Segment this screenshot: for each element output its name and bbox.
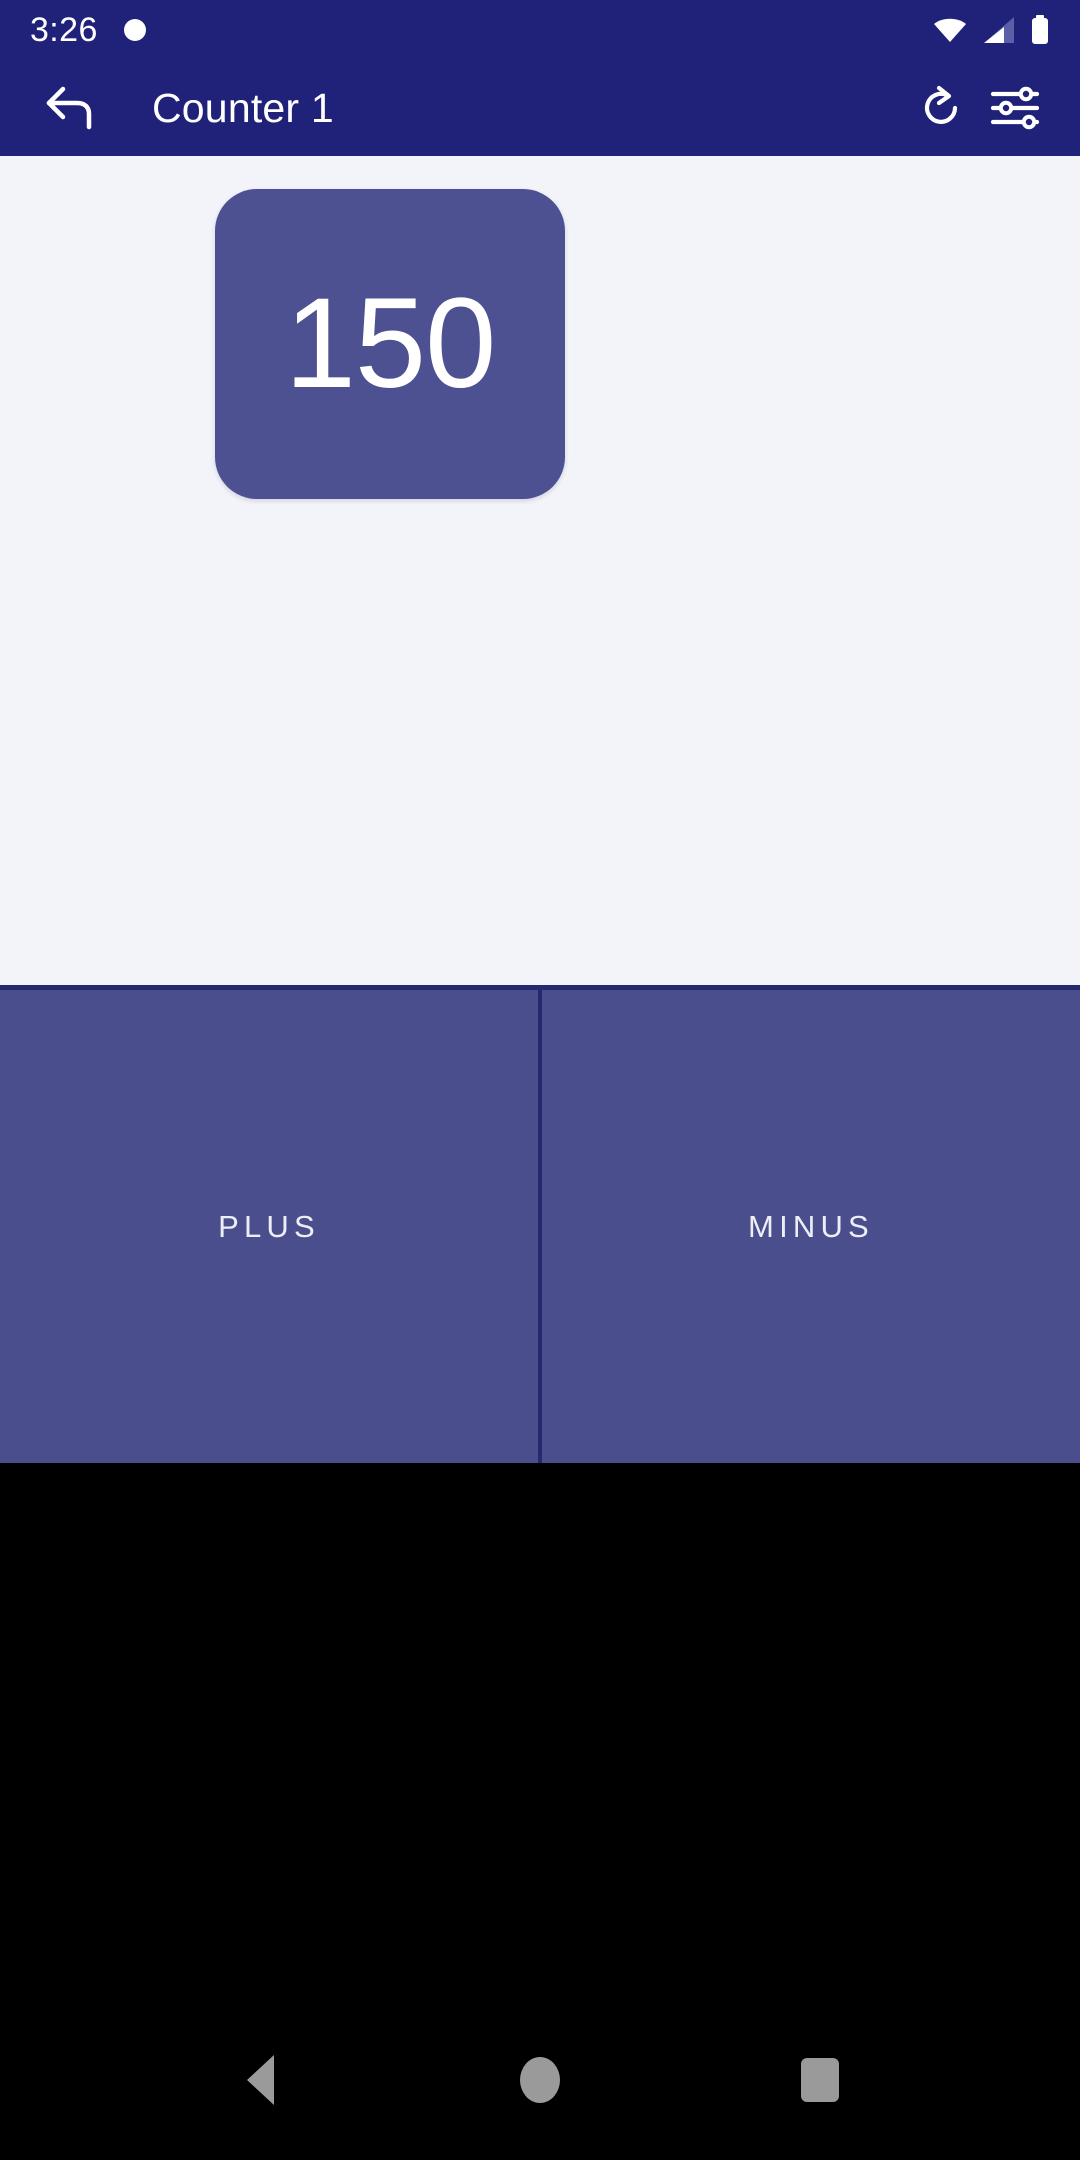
refresh-icon — [924, 85, 958, 124]
status-bar-right — [932, 15, 1050, 45]
status-bar: 3:26 — [0, 0, 1080, 60]
square-recents-icon — [801, 2058, 839, 2102]
counter-value: 150 — [284, 272, 497, 415]
settings-button[interactable] — [978, 71, 1052, 145]
tune-sliders-icon — [990, 86, 1040, 130]
nav-recents-button[interactable] — [765, 2025, 875, 2135]
battery-icon — [1030, 15, 1050, 45]
main-content: 150 — [0, 156, 1080, 985]
minus-button[interactable]: MINUS — [538, 990, 1080, 1463]
refresh-button[interactable] — [904, 71, 978, 145]
triangle-back-icon — [246, 2055, 274, 2105]
status-bar-left: 3:26 — [30, 13, 146, 47]
page-title: Counter 1 — [152, 84, 334, 131]
phone-screen: 3:26 Counter 1 150 PLUS MINUS — [0, 0, 1080, 2160]
app-bar: Counter 1 — [0, 60, 1080, 156]
android-navigation-bar — [0, 2000, 1080, 2160]
cell-signal-icon — [982, 16, 1016, 44]
minus-button-label: MINUS — [748, 1208, 874, 1244]
notification-dot-icon — [123, 19, 146, 41]
wifi-icon — [932, 16, 968, 44]
circle-home-icon — [520, 2057, 560, 2103]
plus-button[interactable]: PLUS — [0, 990, 538, 1463]
back-arrow-icon — [46, 86, 92, 130]
counter-display-card[interactable]: 150 — [215, 189, 565, 499]
nav-home-button[interactable] — [485, 2025, 595, 2135]
back-button[interactable] — [34, 71, 108, 145]
counter-action-bar: PLUS MINUS — [0, 985, 1080, 1463]
nav-back-button[interactable] — [205, 2025, 315, 2135]
status-bar-clock: 3:26 — [30, 11, 98, 49]
plus-button-label: PLUS — [218, 1208, 320, 1244]
